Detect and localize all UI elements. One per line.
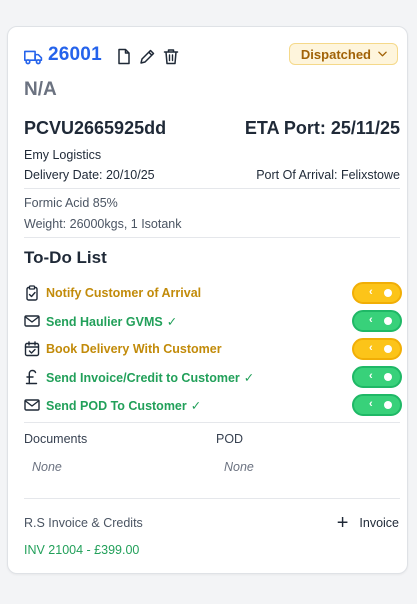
pod-value: None: [224, 460, 254, 474]
todo-toggle[interactable]: ‹: [352, 394, 402, 416]
toggle-knob: [384, 289, 392, 297]
todo-toggle[interactable]: ‹: [352, 310, 402, 332]
container-number: PCVU2665925dd: [24, 118, 167, 138]
mail-icon: [24, 315, 40, 327]
toggle-knob: [384, 317, 392, 325]
calendar-check-icon: [24, 341, 40, 357]
check-icon: ✓: [190, 399, 202, 413]
toggle-knob: [384, 345, 392, 353]
todo-item-send-haulier-gvms: Send Haulier GVMS ✓ ‹: [24, 310, 402, 334]
job-card: 26001 Dispatched N/A PCVU2665925dd ETA P…: [7, 26, 408, 574]
divider: [24, 237, 400, 238]
edit-pencil-icon[interactable]: [139, 48, 155, 65]
todo-title: To-Do List: [24, 248, 107, 267]
divider: [24, 498, 400, 499]
toggle-arrow-icon: ‹: [369, 398, 373, 410]
document-icon[interactable]: [116, 48, 132, 65]
divider: [24, 188, 400, 189]
todo-toggle[interactable]: ‹: [352, 366, 402, 388]
toggle-arrow-icon: ‹: [369, 342, 373, 354]
cargo-description: Formic Acid 85%: [24, 196, 118, 210]
todo-item-book-delivery: Book Delivery With Customer ‹: [24, 338, 402, 362]
port-of-arrival: Port Of Arrival: Felixstowe: [256, 168, 400, 182]
todo-item-label: Send Haulier GVMS ✓: [46, 315, 178, 329]
todo-item-notify-customer: Notify Customer of Arrival ‹: [24, 282, 402, 306]
todo-item-label: Book Delivery With Customer: [46, 342, 222, 356]
chevron-down-icon: [378, 51, 387, 57]
todo-item-send-invoice: Send Invoice/Credit to Customer ✓ ‹: [24, 366, 402, 390]
mail-icon: [24, 399, 40, 411]
status-label: Dispatched: [300, 46, 371, 62]
todo-item-label: Notify Customer of Arrival: [46, 286, 202, 300]
job-id[interactable]: 26001: [48, 44, 102, 66]
todo-item-label: Send Invoice/Credit to Customer ✓: [46, 371, 255, 385]
check-icon: ✓: [166, 315, 178, 329]
plus-icon: +: [336, 512, 349, 534]
job-subtitle: N/A: [24, 79, 57, 100]
add-invoice-button[interactable]: + Invoice: [337, 511, 399, 535]
toggle-knob: [384, 373, 392, 381]
todo-item-send-pod: Send POD To Customer ✓ ‹: [24, 394, 402, 418]
divider: [24, 422, 400, 423]
toggle-arrow-icon: ‹: [369, 314, 373, 326]
check-icon: ✓: [243, 371, 255, 385]
toggle-knob: [384, 401, 392, 409]
toggle-arrow-icon: ‹: [369, 370, 373, 382]
truck-icon: [24, 50, 43, 65]
pod-label: POD: [216, 432, 244, 446]
documents-value: None: [32, 460, 62, 474]
status-dropdown[interactable]: Dispatched: [288, 43, 398, 65]
invoices-label: R.S Invoice & Credits: [24, 516, 143, 530]
todo-item-label: Send POD To Customer ✓: [46, 399, 202, 413]
eta-port: ETA Port: 25/11/25: [244, 118, 400, 138]
invoice-entry[interactable]: INV 21004 - £399.00: [24, 543, 139, 557]
add-invoice-label: Invoice: [359, 516, 399, 530]
todo-toggle[interactable]: ‹: [352, 338, 402, 360]
pound-sign-icon: [25, 369, 38, 385]
haulier-name: Emy Logistics: [24, 148, 102, 162]
documents-label: Documents: [24, 432, 88, 446]
cargo-weight: Weight: 26000kgs, 1 Isotank: [24, 217, 182, 231]
todo-toggle[interactable]: ‹: [352, 282, 402, 304]
trash-icon[interactable]: [163, 48, 179, 65]
clipboard-check-icon: [26, 285, 38, 301]
toggle-arrow-icon: ‹: [369, 286, 373, 298]
delivery-date: Delivery Date: 20/10/25: [24, 168, 155, 182]
